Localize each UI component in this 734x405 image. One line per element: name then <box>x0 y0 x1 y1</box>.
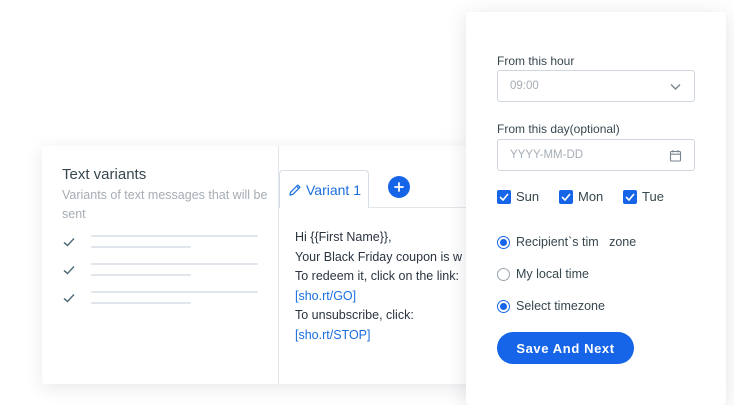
variants-subtitle: Variants of text messages that will be s… <box>62 188 268 221</box>
check-icon <box>63 293 75 303</box>
radio-selected-icon <box>497 235 510 249</box>
day-date-input[interactable]: YYYY-MM-DD <box>497 139 695 171</box>
day-checkbox-mon[interactable]: Mon <box>559 189 603 204</box>
checkbox-checked-icon <box>623 189 637 204</box>
day-placeholder: YYYY-MM-DD <box>510 149 584 161</box>
placeholder-line <box>91 302 191 304</box>
day-label-sun: Sun <box>516 189 540 204</box>
tab-variant-label: Variant 1 <box>306 181 361 198</box>
save-and-next-button[interactable]: Save And Next <box>497 332 634 364</box>
radio-unselected-icon <box>497 267 510 281</box>
check-icon <box>63 237 75 247</box>
message-line: To redeem it, click on the link: <box>295 269 459 283</box>
radio-local-time[interactable]: My local time <box>497 267 589 281</box>
message-line: To unsubscribe, click: <box>295 308 414 322</box>
day-label-tue: Tue <box>642 189 664 204</box>
pencil-icon <box>289 183 301 196</box>
plus-icon <box>394 182 404 192</box>
variant-list-item[interactable] <box>62 260 262 282</box>
message-line: Your Black Friday coupon is w <box>295 249 462 264</box>
placeholder-line <box>91 274 191 276</box>
variant-list-item[interactable] <box>62 288 262 310</box>
radio-select-timezone[interactable]: Select timezone <box>497 299 605 313</box>
hour-value: 09:00 <box>510 80 539 92</box>
hour-label: From this hour <box>497 54 575 68</box>
placeholder-line <box>91 263 258 265</box>
checkbox-checked-icon <box>559 189 573 204</box>
radio-label-recipient: Recipient`s tim zone <box>516 235 637 249</box>
placeholder-line <box>91 235 258 237</box>
radio-label-local: My local time <box>516 267 589 281</box>
message-link-stop[interactable]: [sho.rt/STOP] <box>295 326 470 346</box>
hour-select[interactable]: 09:00 <box>497 70 695 102</box>
message-line: Hi {{First Name}}, <box>295 230 392 244</box>
day-checkbox-tue[interactable]: Tue <box>623 189 664 204</box>
days-checkbox-group: Sun Mon Tue <box>497 189 697 205</box>
text-variants-card: Text variants Variants of text messages … <box>42 146 482 384</box>
radio-recipient-timezone[interactable]: Recipient`s tim zone <box>497 235 636 249</box>
tab-variant-1[interactable]: Variant 1 <box>279 170 369 208</box>
chevron-down-icon <box>670 84 681 90</box>
checkbox-checked-icon <box>497 189 511 204</box>
schedule-card: From this hour 09:00 From this day(optio… <box>466 12 726 405</box>
scheduler-illustration: Text variants Variants of text messages … <box>0 0 734 405</box>
variant-list-item[interactable] <box>62 232 262 254</box>
variants-title: Text variants <box>62 166 147 183</box>
variants-list-panel: Text variants Variants of text messages … <box>42 146 279 384</box>
day-label: From this day(optional) <box>497 122 620 136</box>
radio-label-select: Select timezone <box>516 299 605 313</box>
day-label-mon: Mon <box>578 189 604 204</box>
message-preview: Hi {{First Name}}, Your Black Friday cou… <box>295 228 470 345</box>
placeholder-line <box>91 291 258 293</box>
check-icon <box>63 265 75 275</box>
message-link-go[interactable]: [sho.rt/GO] <box>295 287 470 307</box>
placeholder-line <box>91 246 191 248</box>
add-variant-button[interactable] <box>388 176 410 198</box>
day-checkbox-sun[interactable]: Sun <box>497 189 539 204</box>
calendar-icon <box>669 150 682 162</box>
radio-selected-icon <box>497 299 510 313</box>
